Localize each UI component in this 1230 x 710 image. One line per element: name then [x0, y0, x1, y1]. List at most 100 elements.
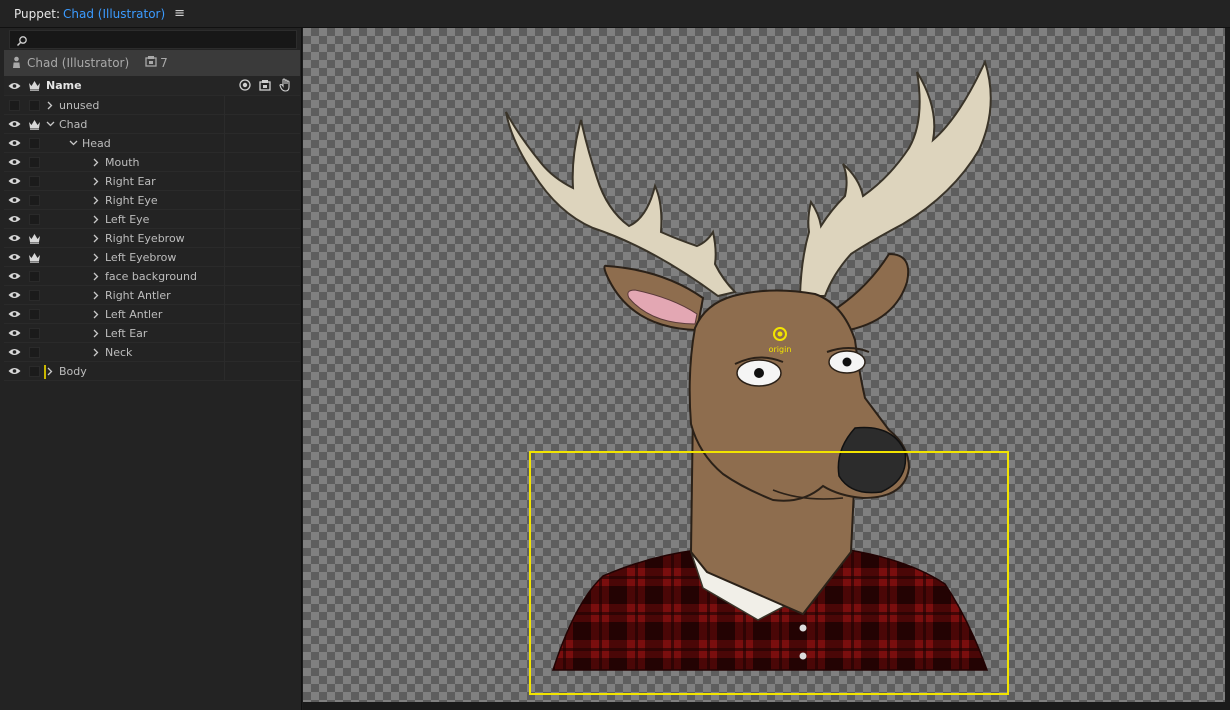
eye-icon[interactable] — [4, 82, 24, 90]
visibility-eye-icon[interactable] — [4, 158, 24, 166]
crown-toggle-empty[interactable] — [24, 191, 44, 210]
puppet-artwork: origin — [505, 59, 1009, 695]
visibility-eye-icon[interactable] — [4, 139, 24, 147]
visibility-eye-icon[interactable] — [4, 367, 24, 375]
layer-row[interactable]: Right Eye — [4, 191, 300, 210]
independent-crown-icon[interactable] — [24, 229, 44, 248]
crown-toggle-empty[interactable] — [24, 324, 44, 343]
independent-crown-icon[interactable] — [24, 115, 44, 134]
puppet-icon — [12, 56, 21, 71]
chevron-right-icon[interactable] — [90, 310, 102, 319]
chevron-right-icon[interactable] — [90, 329, 102, 338]
chevron-down-icon[interactable] — [67, 140, 79, 146]
layer-row[interactable]: Right Antler — [4, 286, 300, 305]
visibility-eye-icon[interactable] — [4, 234, 24, 242]
layer-name-cell: Left Eye — [44, 210, 300, 229]
visibility-toggle-empty[interactable] — [4, 99, 24, 111]
chevron-right-icon[interactable] — [90, 348, 102, 357]
column-name-label[interactable]: Name — [46, 79, 82, 92]
layer-label[interactable]: Left Eyebrow — [105, 251, 176, 264]
layer-row[interactable]: Right Ear — [4, 172, 300, 191]
chevron-right-icon[interactable] — [90, 158, 102, 167]
layer-row[interactable]: Body — [4, 362, 300, 381]
layer-label[interactable]: Left Ear — [105, 327, 147, 340]
crown-toggle-empty[interactable] — [24, 343, 44, 362]
chevron-right-icon[interactable] — [90, 215, 102, 224]
head — [688, 289, 911, 502]
layer-row[interactable]: Left Antler — [4, 305, 300, 324]
column-separator — [224, 229, 225, 248]
visibility-eye-icon[interactable] — [4, 348, 24, 356]
column-separator — [224, 343, 225, 362]
scene-canvas[interactable]: origin — [303, 28, 1225, 702]
layer-row[interactable]: Chad — [4, 115, 300, 134]
layer-row[interactable]: face background — [4, 267, 300, 286]
chevron-right-icon[interactable] — [90, 291, 102, 300]
visibility-eye-icon[interactable] — [4, 120, 24, 128]
panel-title-bar: Puppet: Chad (Illustrator) ≡ — [0, 0, 1230, 28]
layer-label[interactable]: Right Eye — [105, 194, 158, 207]
crown-toggle-empty[interactable] — [24, 305, 44, 324]
layer-label[interactable]: Body — [59, 365, 87, 378]
column-separator — [224, 115, 225, 134]
layer-row[interactable]: Left Ear — [4, 324, 300, 343]
hamburger-icon[interactable]: ≡ — [174, 6, 185, 21]
visibility-eye-icon[interactable] — [4, 196, 24, 204]
column-separator — [224, 96, 225, 115]
visibility-eye-icon[interactable] — [4, 215, 24, 223]
layer-row[interactable]: Mouth — [4, 153, 300, 172]
tree-header: Name — [4, 76, 300, 96]
crown-toggle-empty[interactable] — [24, 96, 44, 115]
layer-label[interactable]: Left Eye — [105, 213, 149, 226]
layer-group-icon[interactable] — [259, 79, 271, 94]
independent-crown-icon[interactable] — [24, 248, 44, 267]
layer-row[interactable]: unused — [4, 96, 300, 115]
chevron-right-icon[interactable] — [90, 177, 102, 186]
layer-name-cell: Left Ear — [44, 324, 300, 343]
chevron-right-icon[interactable] — [90, 234, 102, 243]
crown-toggle-empty[interactable] — [24, 172, 44, 191]
crown-icon[interactable] — [24, 76, 44, 95]
layer-row[interactable]: Right Eyebrow — [4, 229, 300, 248]
layer-name-cell: Left Antler — [44, 305, 300, 324]
crown-toggle-empty[interactable] — [24, 362, 44, 381]
chevron-right-icon[interactable] — [90, 272, 102, 281]
visibility-eye-icon[interactable] — [4, 291, 24, 299]
crown-toggle-empty[interactable] — [24, 153, 44, 172]
layer-row[interactable]: Left Eye — [4, 210, 300, 229]
layer-label[interactable]: Right Antler — [105, 289, 171, 302]
visibility-eye-icon[interactable] — [4, 253, 24, 261]
chevron-right-icon[interactable] — [90, 196, 102, 205]
chevron-down-icon[interactable] — [44, 121, 56, 127]
layer-row[interactable]: Head — [4, 134, 300, 153]
crown-toggle-empty[interactable] — [24, 134, 44, 153]
layer-row[interactable]: Left Eyebrow — [4, 248, 300, 267]
layer-label[interactable]: face background — [105, 270, 197, 283]
visibility-eye-icon[interactable] — [4, 177, 24, 185]
crown-toggle-empty[interactable] — [24, 267, 44, 286]
layer-label[interactable]: Neck — [105, 346, 132, 359]
column-separator — [224, 210, 225, 229]
record-target-icon[interactable] — [239, 79, 251, 94]
crown-toggle-empty[interactable] — [24, 286, 44, 305]
layer-row[interactable]: Neck — [4, 343, 300, 362]
layer-label[interactable]: Mouth — [105, 156, 139, 169]
layer-name-cell: Right Eyebrow — [44, 229, 300, 248]
visibility-eye-icon[interactable] — [4, 329, 24, 337]
search-field[interactable] — [9, 30, 297, 49]
column-separator — [224, 362, 225, 381]
chevron-right-icon[interactable] — [90, 253, 102, 262]
layer-label[interactable]: Chad — [59, 118, 87, 131]
layers-icon — [145, 56, 157, 70]
visibility-eye-icon[interactable] — [4, 310, 24, 318]
layer-label[interactable]: unused — [59, 99, 99, 112]
layer-label[interactable]: Left Antler — [105, 308, 162, 321]
layer-label[interactable]: Head — [82, 137, 111, 150]
hand-icon[interactable] — [279, 78, 291, 95]
visibility-eye-icon[interactable] — [4, 272, 24, 280]
chevron-right-icon[interactable] — [44, 101, 56, 110]
crown-toggle-empty[interactable] — [24, 210, 44, 229]
layer-label[interactable]: Right Eyebrow — [105, 232, 185, 245]
layer-label[interactable]: Right Ear — [105, 175, 156, 188]
panel-title-document[interactable]: Chad (Illustrator) — [63, 7, 165, 21]
